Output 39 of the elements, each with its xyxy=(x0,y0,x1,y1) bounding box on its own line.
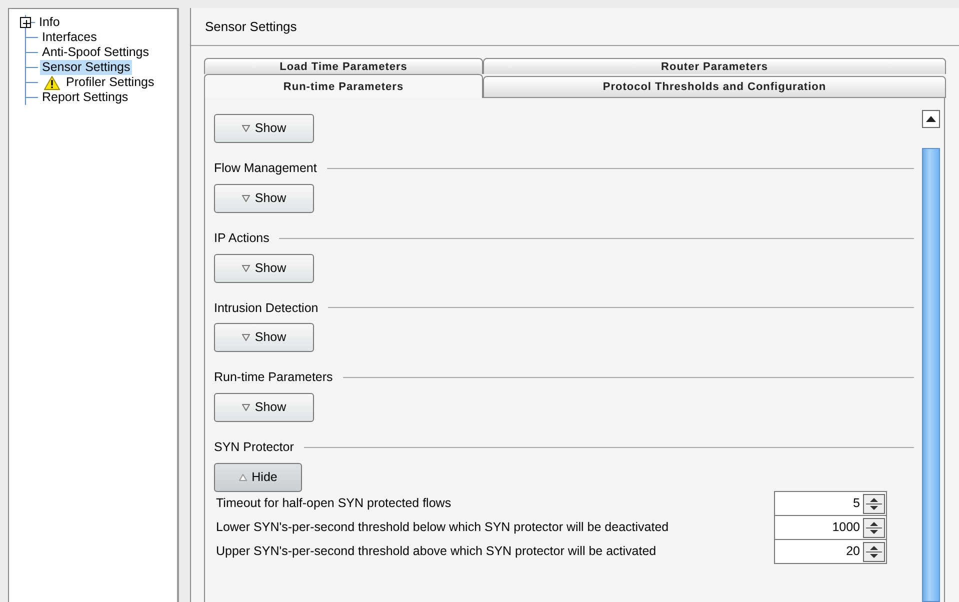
show-button[interactable]: Show xyxy=(214,393,314,422)
section-title: Flow Management xyxy=(214,160,317,177)
number-spinner[interactable]: 1000 xyxy=(774,515,887,540)
triangle-up-icon xyxy=(926,116,936,122)
tab[interactable]: Protocol Thresholds and Configuration xyxy=(483,76,946,98)
scrollbar-thumb[interactable] xyxy=(922,148,940,602)
field-label: Upper SYN's-per-second threshold above which SYN protector will be activated xyxy=(216,543,656,560)
triangle-down-icon xyxy=(242,125,250,132)
tree-item[interactable]: Sensor Settings xyxy=(40,60,132,75)
section-title: Run-time Parameters xyxy=(214,369,333,386)
triangle-down-icon xyxy=(242,404,250,411)
triangle-down-icon xyxy=(242,194,250,202)
triangle-down-icon xyxy=(242,264,250,272)
hide-button[interactable]: Hide xyxy=(214,462,302,492)
scroll-up-button[interactable] xyxy=(922,110,940,128)
triangle-up-icon xyxy=(238,474,247,481)
field-label: Lower SYN's-per-second threshold below which SYN protector will be deactivated xyxy=(216,519,669,536)
tree-item[interactable]: Profiler Settings xyxy=(64,75,156,90)
number-spinner[interactable]: 20 xyxy=(774,539,887,564)
show-button[interactable]: Show xyxy=(214,114,314,143)
field-label: Timeout for half-open SYN protected flows xyxy=(216,495,452,512)
number-spinner[interactable]: 5 xyxy=(774,491,887,516)
tree-item[interactable]: Report Settings xyxy=(40,90,130,105)
section-title: SYN Protector xyxy=(214,439,294,456)
tab[interactable]: Load Time Parameters xyxy=(204,58,483,74)
warning-icon xyxy=(44,76,60,90)
show-button[interactable]: Show xyxy=(214,323,314,352)
tree-item[interactable]: Interfaces xyxy=(40,30,99,45)
tree-item[interactable]: Anti-Spoof Settings xyxy=(40,45,152,60)
show-button[interactable]: Show xyxy=(214,184,314,213)
section-title: Intrusion Detection xyxy=(214,300,318,316)
tab[interactable]: Router Parameters xyxy=(483,58,946,74)
show-button[interactable]: Show xyxy=(214,254,314,282)
tree-item[interactable]: Info xyxy=(37,15,62,30)
expand-toggle-icon[interactable] xyxy=(20,17,31,28)
triangle-down-icon xyxy=(242,334,250,342)
tab[interactable]: Run-time Parameters xyxy=(204,74,483,98)
panel-title: Sensor Settings xyxy=(205,18,297,36)
section-title: IP Actions xyxy=(214,230,270,247)
